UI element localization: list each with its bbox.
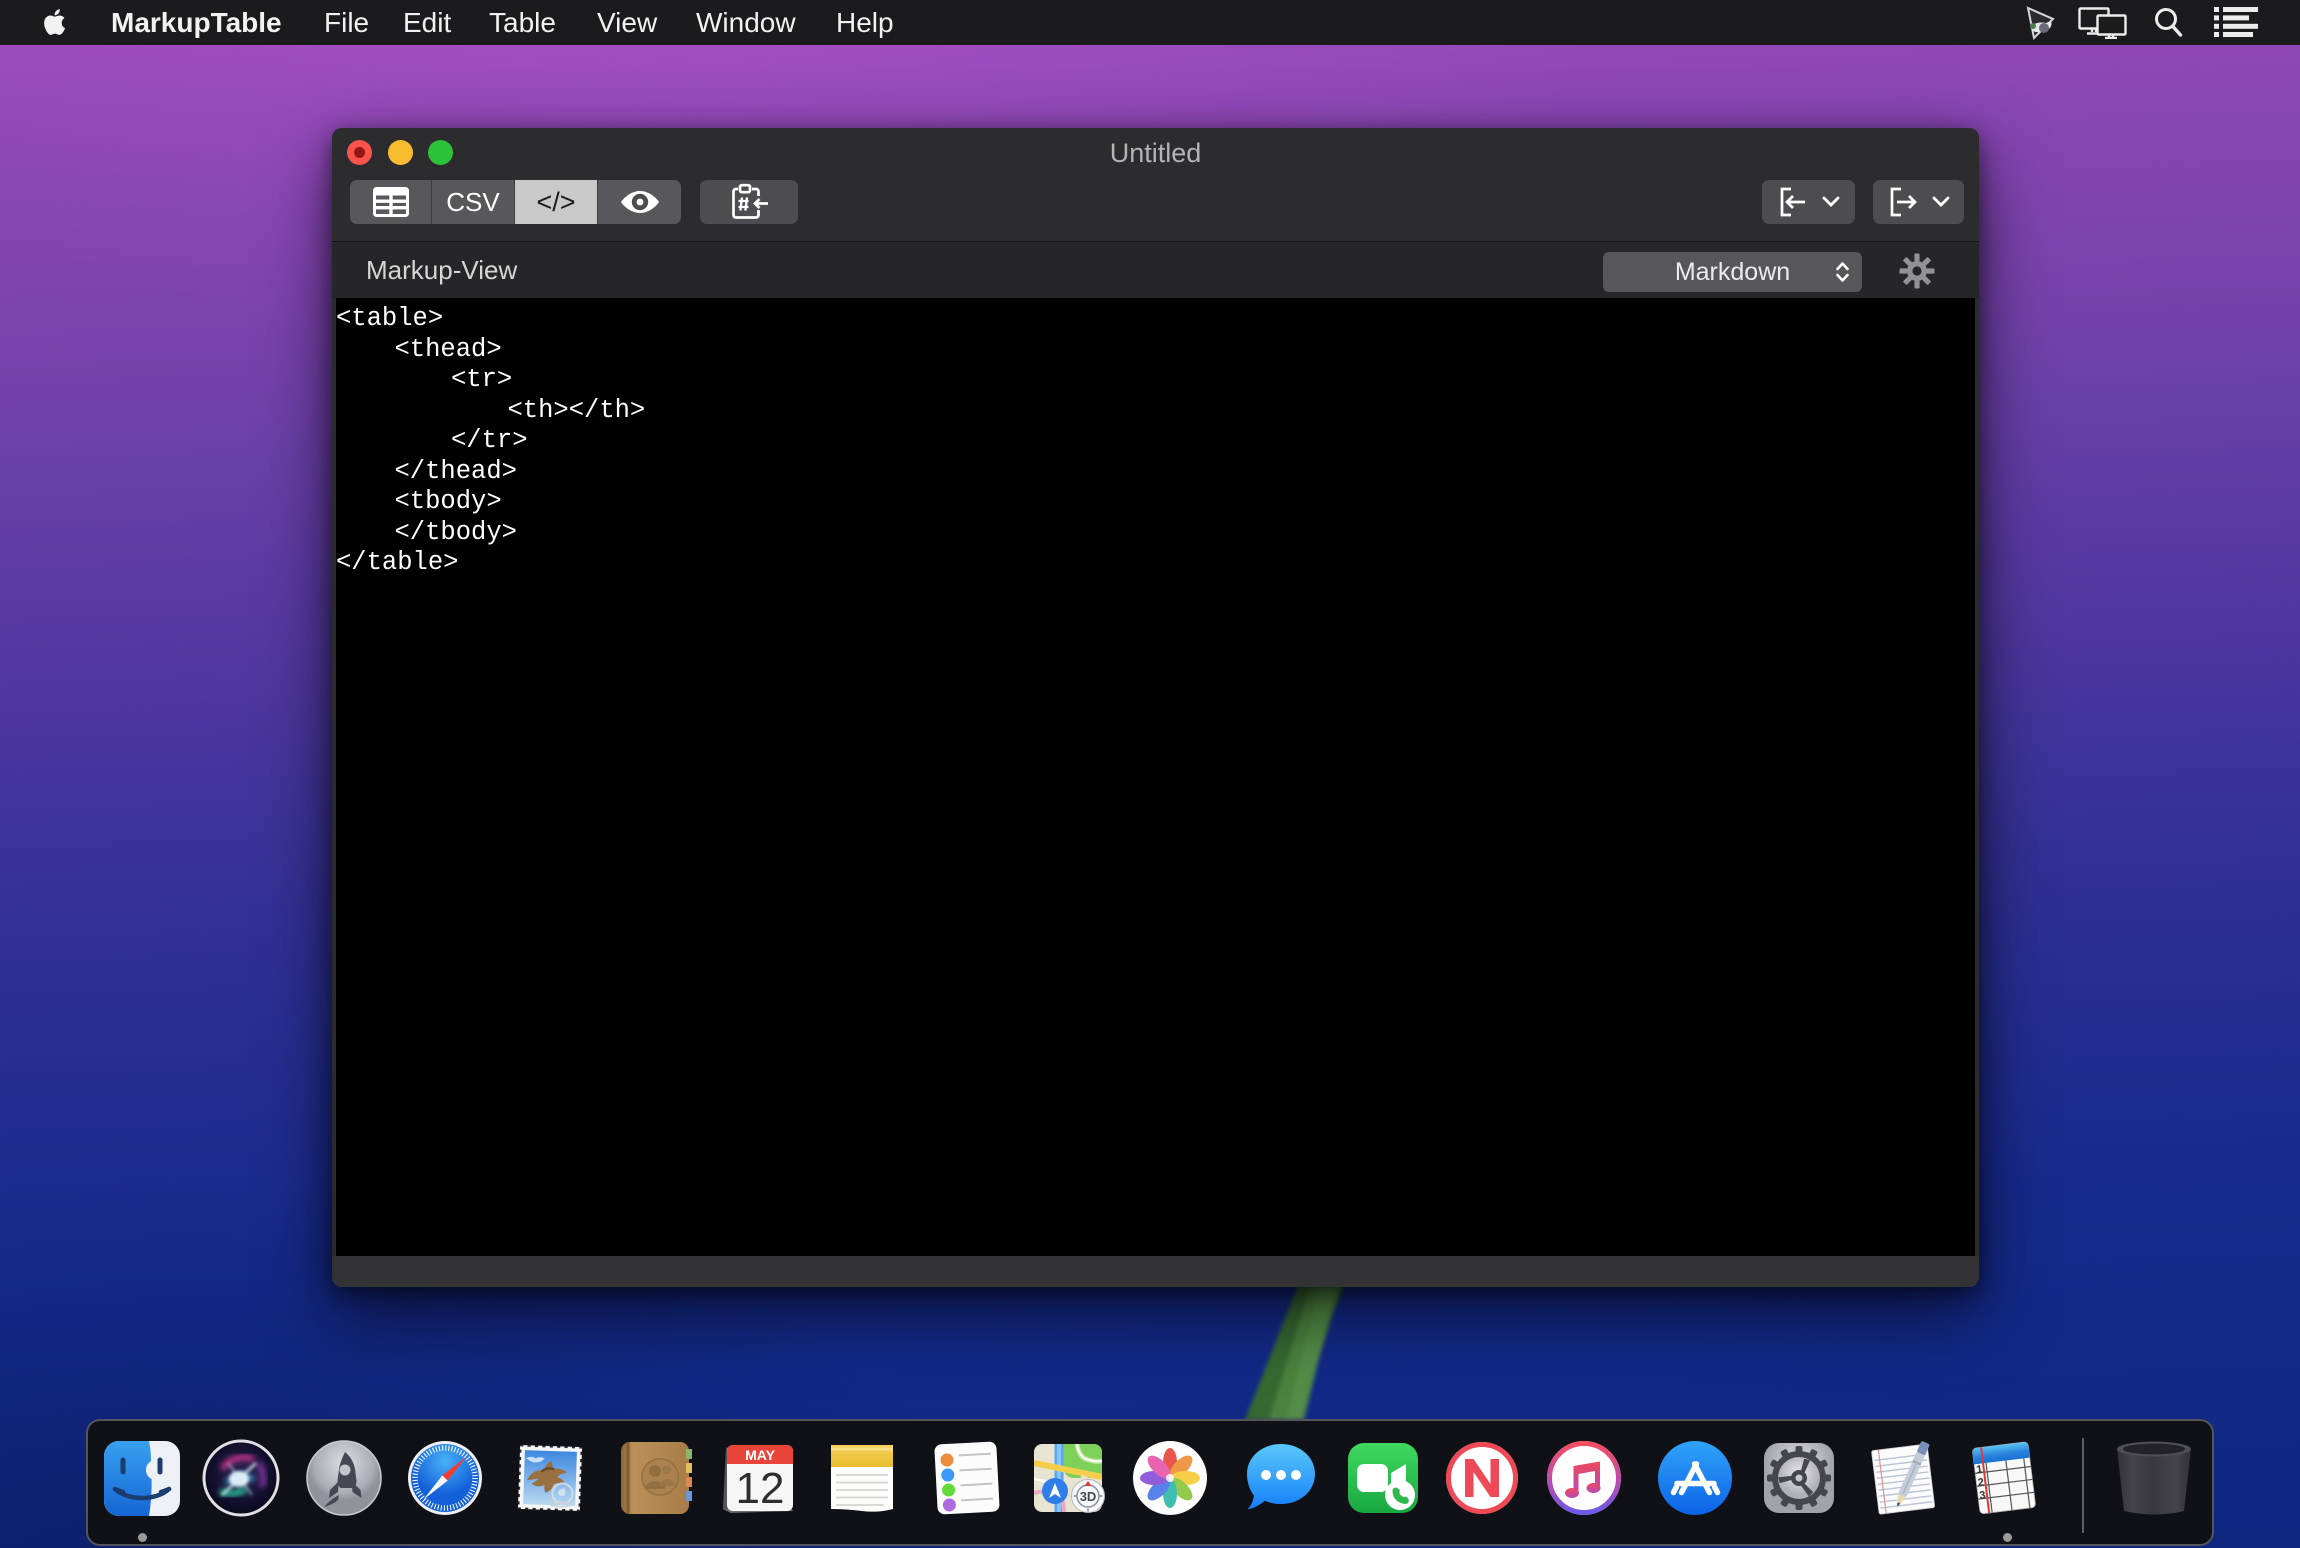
svg-text:12: 12 xyxy=(736,1464,785,1513)
svg-text:MAY: MAY xyxy=(745,1447,775,1463)
svg-text:3D: 3D xyxy=(1080,1489,1097,1504)
